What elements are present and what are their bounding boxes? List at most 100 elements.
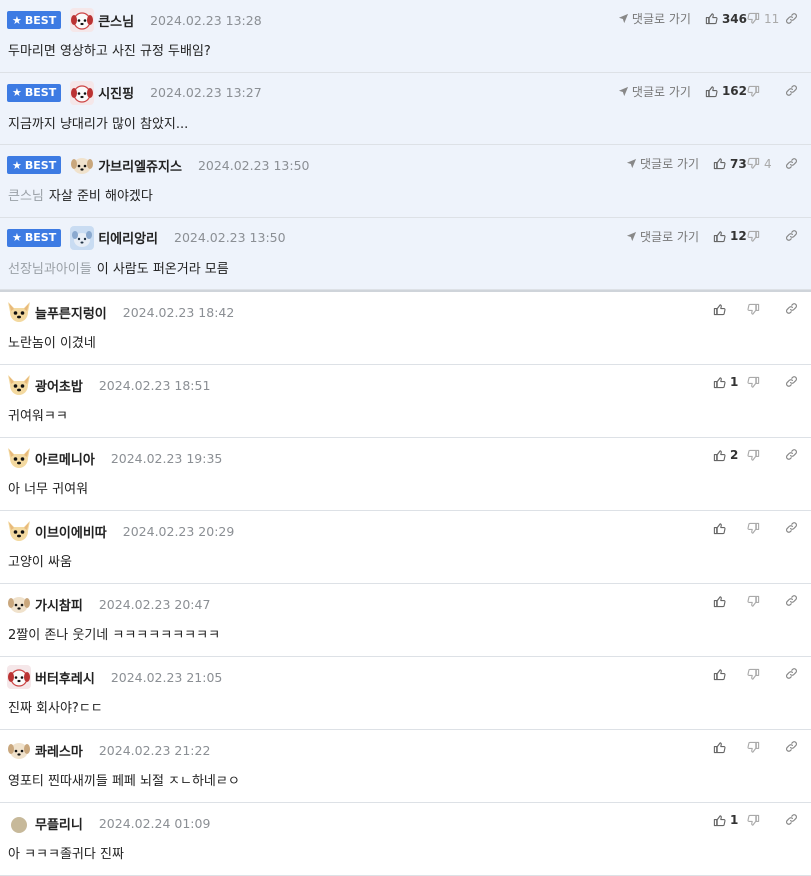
- chihuahua-icon[interactable]: [7, 300, 31, 324]
- comment-header: 콰레스마 2024.02.23 21:22: [7, 739, 210, 761]
- link-icon[interactable]: [785, 157, 799, 171]
- upvote-button[interactable]: 12: [713, 229, 747, 243]
- upvote-button[interactable]: 162: [705, 84, 747, 98]
- comment-text: 영포티 찐따새끼들 페페 뇌절 ㅈㄴ하네ㄹㅇ: [8, 774, 240, 789]
- comment-date: 2024.02.23 18:42: [122, 304, 235, 320]
- nickname[interactable]: 늘푸른지렁이: [35, 303, 107, 322]
- comment-header: 이브이에비따 2024.02.23 20:29: [7, 520, 234, 542]
- link-icon[interactable]: [785, 84, 799, 98]
- link-icon[interactable]: [785, 813, 799, 827]
- chihuahua-icon[interactable]: [7, 519, 31, 543]
- downvote-button[interactable]: [747, 668, 781, 681]
- upvote-button[interactable]: [713, 595, 747, 608]
- puppy-red-icon[interactable]: [70, 8, 95, 32]
- chihuahua-icon[interactable]: [7, 446, 31, 470]
- comment-actions: [713, 594, 799, 608]
- comment-actions: 1: [713, 813, 799, 827]
- best-badge: ★ BEST: [7, 83, 62, 102]
- nickname[interactable]: 티에리앙리: [98, 228, 158, 247]
- puppy-red-icon[interactable]: [70, 80, 95, 105]
- downvote-button[interactable]: [747, 449, 781, 462]
- comment-date: 2024.02.24 01:09: [98, 815, 211, 831]
- downvote-button[interactable]: [747, 303, 781, 316]
- thumbs-down-icon: [747, 595, 760, 608]
- link-icon[interactable]: [785, 12, 799, 26]
- link-icon[interactable]: [785, 594, 799, 608]
- upvote-button[interactable]: [713, 668, 747, 681]
- comment-actions: 댓글로 가기 12: [626, 228, 799, 245]
- pup-face-icon[interactable]: [70, 153, 94, 177]
- comment-body: 진짜 회사야?ㄷㄷ: [8, 697, 103, 716]
- link-icon[interactable]: [785, 302, 799, 316]
- link-icon[interactable]: [785, 375, 799, 389]
- best-comment-row: ★ BEST 가브리엘쥬지스 2024.02.23 13:50 댓글로 가기 73 4 큰스님…: [0, 145, 811, 218]
- nickname[interactable]: 광어초밥: [35, 376, 83, 395]
- upvote-count: 1: [730, 813, 739, 827]
- chihuahua-icon[interactable]: [7, 373, 31, 397]
- beige-circle-icon[interactable]: [7, 811, 31, 835]
- comment-row: 이브이에비따 2024.02.23 20:29 고양이 싸움: [0, 511, 811, 584]
- comment-actions: [713, 302, 799, 316]
- upvote-count: 2: [730, 448, 739, 462]
- nickname[interactable]: 버터후레시: [35, 668, 95, 687]
- upvote-button[interactable]: 73: [713, 157, 747, 171]
- upvote-button[interactable]: 346: [705, 12, 747, 26]
- go-to-reply-link[interactable]: 댓글로 가기: [626, 155, 699, 172]
- nickname[interactable]: 가브리엘쥬지스: [98, 156, 182, 175]
- mention-tag[interactable]: 선장님과아이들: [8, 262, 92, 277]
- comment-date: 2024.02.23 13:27: [150, 85, 262, 100]
- downvote-button[interactable]: [747, 376, 781, 389]
- nickname[interactable]: 시진핑: [98, 83, 134, 102]
- thumbs-down-icon: [747, 814, 760, 827]
- comment-text: 진짜 회사야?ㄷㄷ: [8, 701, 103, 716]
- pup-face-icon[interactable]: [7, 738, 31, 762]
- comment-body: 지금까지 냥대리가 많이 참았지...: [8, 113, 188, 132]
- best-badge-label: BEST: [24, 86, 57, 99]
- nickname[interactable]: 무플리니: [35, 814, 83, 833]
- comment-actions: [713, 667, 799, 681]
- nickname[interactable]: 콰레스마: [35, 741, 83, 760]
- upvote-button[interactable]: 1: [713, 813, 747, 827]
- nickname[interactable]: 큰스님: [98, 11, 134, 30]
- comment-body: 귀여워ㅋㅋ: [8, 405, 68, 424]
- pup-face-icon[interactable]: [7, 592, 31, 616]
- thumbs-down-icon: [747, 522, 760, 535]
- go-to-reply-link[interactable]: 댓글로 가기: [618, 83, 691, 100]
- nickname[interactable]: 아르메니아: [35, 449, 95, 468]
- comment-header: 무플리니 2024.02.24 01:09: [7, 812, 210, 834]
- downvote-button[interactable]: [747, 814, 781, 827]
- mention-tag[interactable]: 큰스님: [8, 189, 44, 204]
- downvote-button[interactable]: [747, 741, 781, 754]
- comment-list: ★ BEST 큰스님 2024.02.23 13:28 댓글로 가기 346 11 두마리면 …: [0, 0, 811, 876]
- upvote-button[interactable]: [713, 522, 747, 535]
- upvote-button[interactable]: 1: [713, 375, 747, 389]
- go-to-reply-link[interactable]: 댓글로 가기: [618, 10, 691, 27]
- downvote-button[interactable]: [747, 230, 781, 243]
- blue-dog-icon[interactable]: [70, 225, 95, 250]
- nickname[interactable]: 가시참피: [35, 595, 83, 614]
- downvote-button[interactable]: [747, 85, 781, 98]
- link-icon[interactable]: [785, 229, 799, 243]
- upvote-button[interactable]: 2: [713, 448, 747, 462]
- downvote-button[interactable]: 11: [747, 12, 781, 26]
- downvote-button[interactable]: 4: [747, 157, 781, 171]
- comment-row: 늘푸른지렁이 2024.02.23 18:42 노란놈이 이겼네: [0, 292, 811, 365]
- link-icon[interactable]: [785, 448, 799, 462]
- upvote-button[interactable]: [713, 303, 747, 316]
- comment-body: 두마리면 영상하고 사진 규정 두배임?: [8, 40, 211, 59]
- downvote-button[interactable]: [747, 595, 781, 608]
- puppy-red-icon[interactable]: [7, 665, 31, 689]
- comment-text: 이 사람도 퍼온거라 모름: [96, 261, 229, 277]
- link-icon[interactable]: [785, 667, 799, 681]
- thumbs-down-icon: [747, 449, 760, 462]
- comment-text: 고양이 싸움: [8, 555, 72, 570]
- downvote-button[interactable]: [747, 522, 781, 535]
- nickname[interactable]: 이브이에비따: [35, 522, 107, 541]
- comment-text: 자살 준비 해야겠다: [48, 189, 153, 204]
- link-icon[interactable]: [785, 740, 799, 754]
- upvote-button[interactable]: [713, 741, 747, 754]
- comment-body: 노란놈이 이겼네: [8, 332, 96, 351]
- link-icon[interactable]: [785, 521, 799, 535]
- best-badge: ★ BEST: [7, 156, 62, 174]
- go-to-reply-link[interactable]: 댓글로 가기: [626, 228, 699, 245]
